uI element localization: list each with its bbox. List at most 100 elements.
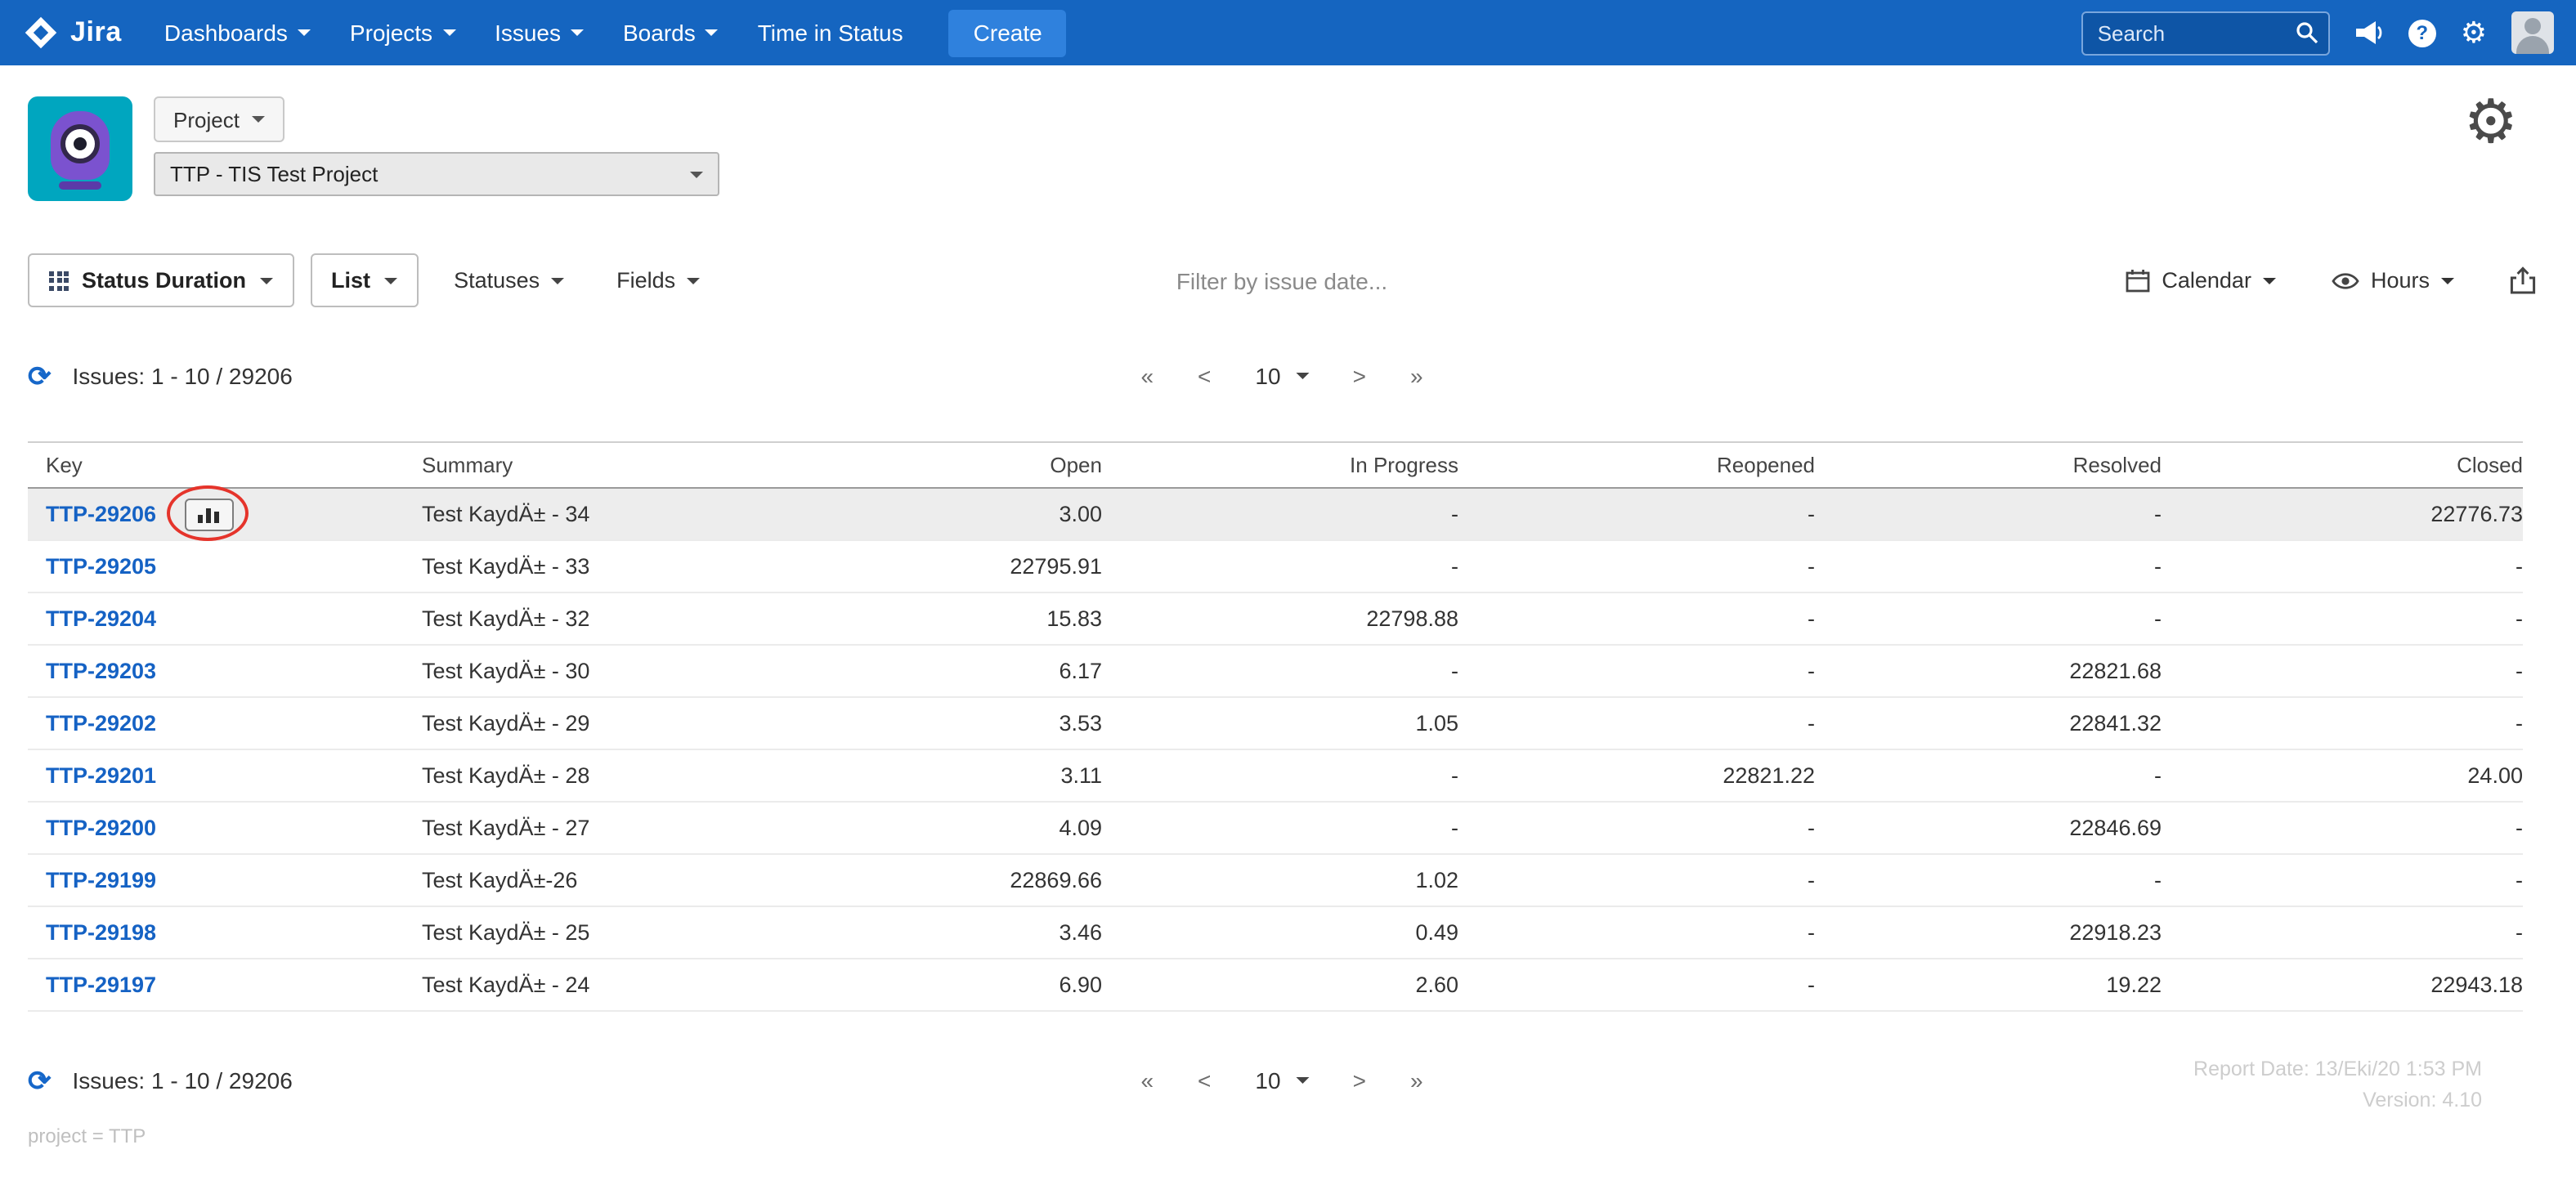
- chevron-down-icon: [551, 277, 565, 284]
- cell-key: TTP-29199: [28, 868, 422, 892]
- col-header-closed: Closed: [2457, 453, 2523, 477]
- cell-closed: -: [2516, 711, 2523, 736]
- nav-time-in-status-label: Time in Status: [757, 20, 903, 46]
- col-header-resolved: Resolved: [2072, 453, 2162, 477]
- nav-boards-label: Boards: [623, 20, 696, 46]
- cell-reopened: -: [1808, 606, 1815, 631]
- cell-key: TTP-29201: [28, 763, 422, 788]
- issue-key-link[interactable]: TTP-29199: [46, 868, 156, 892]
- grid-icon: [49, 271, 69, 290]
- cell-closed: 22776.73: [2430, 502, 2523, 526]
- eye-icon: [2332, 272, 2359, 288]
- page-size-dropdown[interactable]: 10: [1255, 1067, 1309, 1093]
- table-body: TTP-29206 Test KaydÄ± - 34 3.00 - - - 22776.73…: [28, 485, 2523, 1012]
- table-row: TTP-29205 Test KaydÄ± - 33 22795.91 - - - -: [28, 541, 2523, 593]
- user-avatar[interactable]: [2511, 11, 2554, 54]
- pagination-first[interactable]: «: [1140, 1067, 1154, 1093]
- chart-icon-button[interactable]: [184, 498, 234, 530]
- cell-open: 4.09: [1059, 816, 1102, 840]
- cell-summary: Test KaydÄ±-26: [422, 868, 578, 892]
- pagination-next[interactable]: >: [1353, 363, 1366, 389]
- calendar-dropdown[interactable]: Calendar: [2126, 268, 2276, 293]
- project-select-value: TTP - TIS Test Project: [170, 162, 379, 186]
- cell-reopened: -: [1808, 659, 1815, 683]
- hours-dropdown[interactable]: Hours: [2332, 268, 2454, 293]
- search-icon: [2296, 21, 2318, 43]
- nav-time-in-status[interactable]: Time in Status: [758, 20, 903, 46]
- statuses-dropdown[interactable]: Statuses: [454, 268, 565, 293]
- statuses-label: Statuses: [454, 268, 540, 293]
- project-dropdown-button[interactable]: Project: [154, 96, 285, 142]
- issue-key-link[interactable]: TTP-29202: [46, 711, 156, 736]
- table-row: TTP-29203 Test KaydÄ± - 30 6.17 - - 22821.68 -: [28, 646, 2523, 698]
- cell-resolved: -: [2154, 763, 2162, 788]
- export-icon: [2510, 266, 2536, 294]
- top-nav: Jira Dashboards Projects Issues Boards T…: [0, 0, 2576, 65]
- status-duration-dropdown[interactable]: Status Duration: [28, 253, 294, 307]
- export-button[interactable]: [2510, 266, 2536, 294]
- table-row: TTP-29201 Test KaydÄ± - 28 3.11 - 22821.22 - 2…: [28, 750, 2523, 803]
- cell-key: TTP-29198: [28, 920, 422, 945]
- cell-resolved: 22821.68: [2069, 659, 2162, 683]
- issue-date-filter[interactable]: Filter by issue date...: [1176, 267, 1387, 293]
- nav-projects[interactable]: Projects: [350, 20, 456, 46]
- issue-key-link[interactable]: TTP-29201: [46, 763, 156, 788]
- pagination-last[interactable]: »: [1410, 1067, 1423, 1093]
- issue-key-link[interactable]: TTP-29197: [46, 973, 156, 997]
- calendar-label: Calendar: [2162, 268, 2251, 293]
- search-input[interactable]: [2081, 11, 2330, 55]
- settings-gear-icon[interactable]: ⚙: [2464, 92, 2518, 152]
- cell-in-progress: -: [1451, 816, 1458, 840]
- project-dropdown-label: Project: [173, 107, 240, 132]
- chevron-down-icon: [383, 277, 397, 284]
- pagination-prev[interactable]: <: [1198, 363, 1211, 389]
- project-select[interactable]: TTP - TIS Test Project: [154, 152, 719, 196]
- help-icon[interactable]: ?: [2408, 19, 2436, 47]
- cell-resolved: 22918.23: [2069, 920, 2162, 945]
- search-box[interactable]: [2081, 11, 2330, 55]
- cell-closed: 24.00: [2467, 763, 2523, 788]
- pagination-next[interactable]: >: [1353, 1067, 1366, 1093]
- cell-open: 22795.91: [1010, 554, 1102, 579]
- refresh-icon[interactable]: ⟳: [28, 362, 52, 390]
- issue-key-link[interactable]: TTP-29198: [46, 920, 156, 945]
- nav-gear-icon[interactable]: ⚙: [2461, 18, 2487, 47]
- issue-key-link[interactable]: TTP-29206: [46, 502, 156, 526]
- pagination-first[interactable]: «: [1140, 363, 1154, 389]
- col-header-summary: Summary: [422, 453, 513, 477]
- report-version: Version: 4.10: [2363, 1089, 2482, 1111]
- cell-key: TTP-29202: [28, 711, 422, 736]
- list-dropdown[interactable]: List: [310, 253, 419, 307]
- feedback-megaphone-icon[interactable]: [2354, 20, 2384, 46]
- status-duration-table: Key Summary Open In Progress Reopened Re…: [28, 441, 2523, 1012]
- issue-key-link[interactable]: TTP-29205: [46, 554, 156, 579]
- cell-closed: -: [2516, 868, 2523, 892]
- table-row: TTP-29197 Test KaydÄ± - 24 6.90 2.60 - 19.22 2…: [28, 959, 2523, 1012]
- cell-summary: Test KaydÄ± - 27: [422, 816, 590, 840]
- issues-count: Issues: 1 - 10 / 29206: [72, 1067, 293, 1093]
- fields-dropdown[interactable]: Fields: [616, 268, 701, 293]
- chevron-down-icon: [259, 277, 273, 284]
- avatar-monster-feet: [59, 181, 101, 190]
- cell-resolved: -: [2154, 868, 2162, 892]
- nav-dashboards[interactable]: Dashboards: [164, 20, 311, 46]
- pagination-prev[interactable]: <: [1198, 1067, 1211, 1093]
- issue-key-link[interactable]: TTP-29203: [46, 659, 156, 683]
- refresh-icon[interactable]: ⟳: [28, 1067, 52, 1094]
- chevron-down-icon: [690, 171, 703, 177]
- issue-key-link[interactable]: TTP-29200: [46, 816, 156, 840]
- chevron-down-icon: [1295, 1077, 1309, 1084]
- table-row: TTP-29198 Test KaydÄ± - 25 3.46 0.49 - 22918.…: [28, 907, 2523, 959]
- page-size-dropdown[interactable]: 10: [1255, 363, 1309, 389]
- jira-home-link[interactable]: Jira: [23, 15, 122, 51]
- jira-logo-icon: [25, 16, 57, 49]
- chevron-down-icon: [442, 29, 456, 36]
- page-size-value: 10: [1255, 1067, 1281, 1093]
- cell-closed: -: [2516, 606, 2523, 631]
- create-button[interactable]: Create: [948, 9, 1067, 56]
- pagination-last[interactable]: »: [1410, 363, 1423, 389]
- nav-dashboards-label: Dashboards: [164, 20, 288, 46]
- nav-boards[interactable]: Boards: [623, 20, 719, 46]
- issue-key-link[interactable]: TTP-29204: [46, 606, 156, 631]
- nav-issues[interactable]: Issues: [495, 20, 584, 46]
